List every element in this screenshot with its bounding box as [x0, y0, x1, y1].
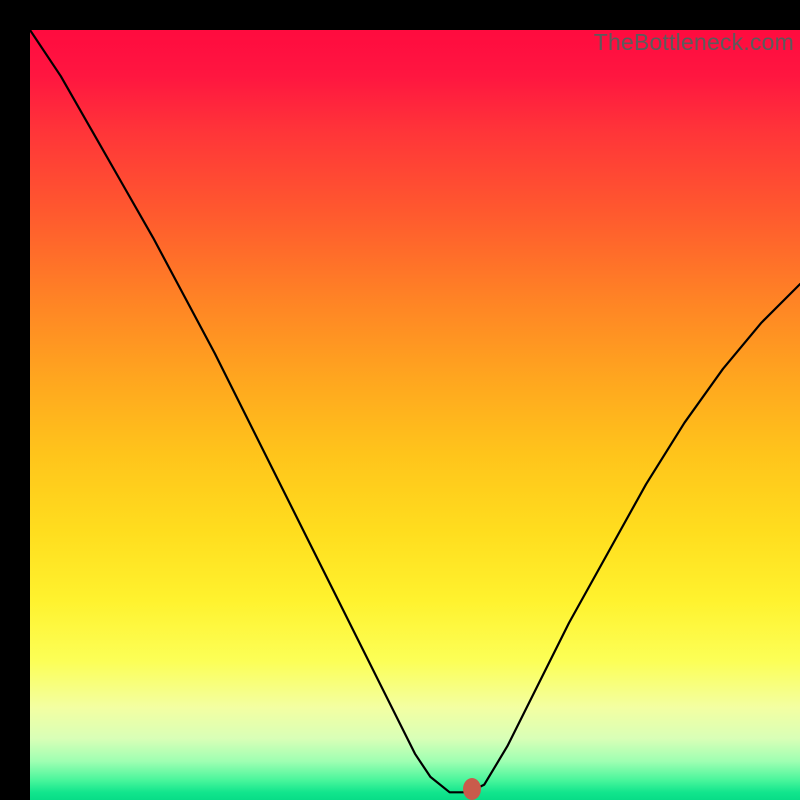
chart-frame: TheBottleneck.com — [0, 0, 800, 800]
optimal-marker — [463, 778, 481, 800]
curve-path — [30, 30, 800, 792]
bottleneck-curve — [30, 30, 800, 800]
plot-area: TheBottleneck.com — [30, 30, 800, 800]
